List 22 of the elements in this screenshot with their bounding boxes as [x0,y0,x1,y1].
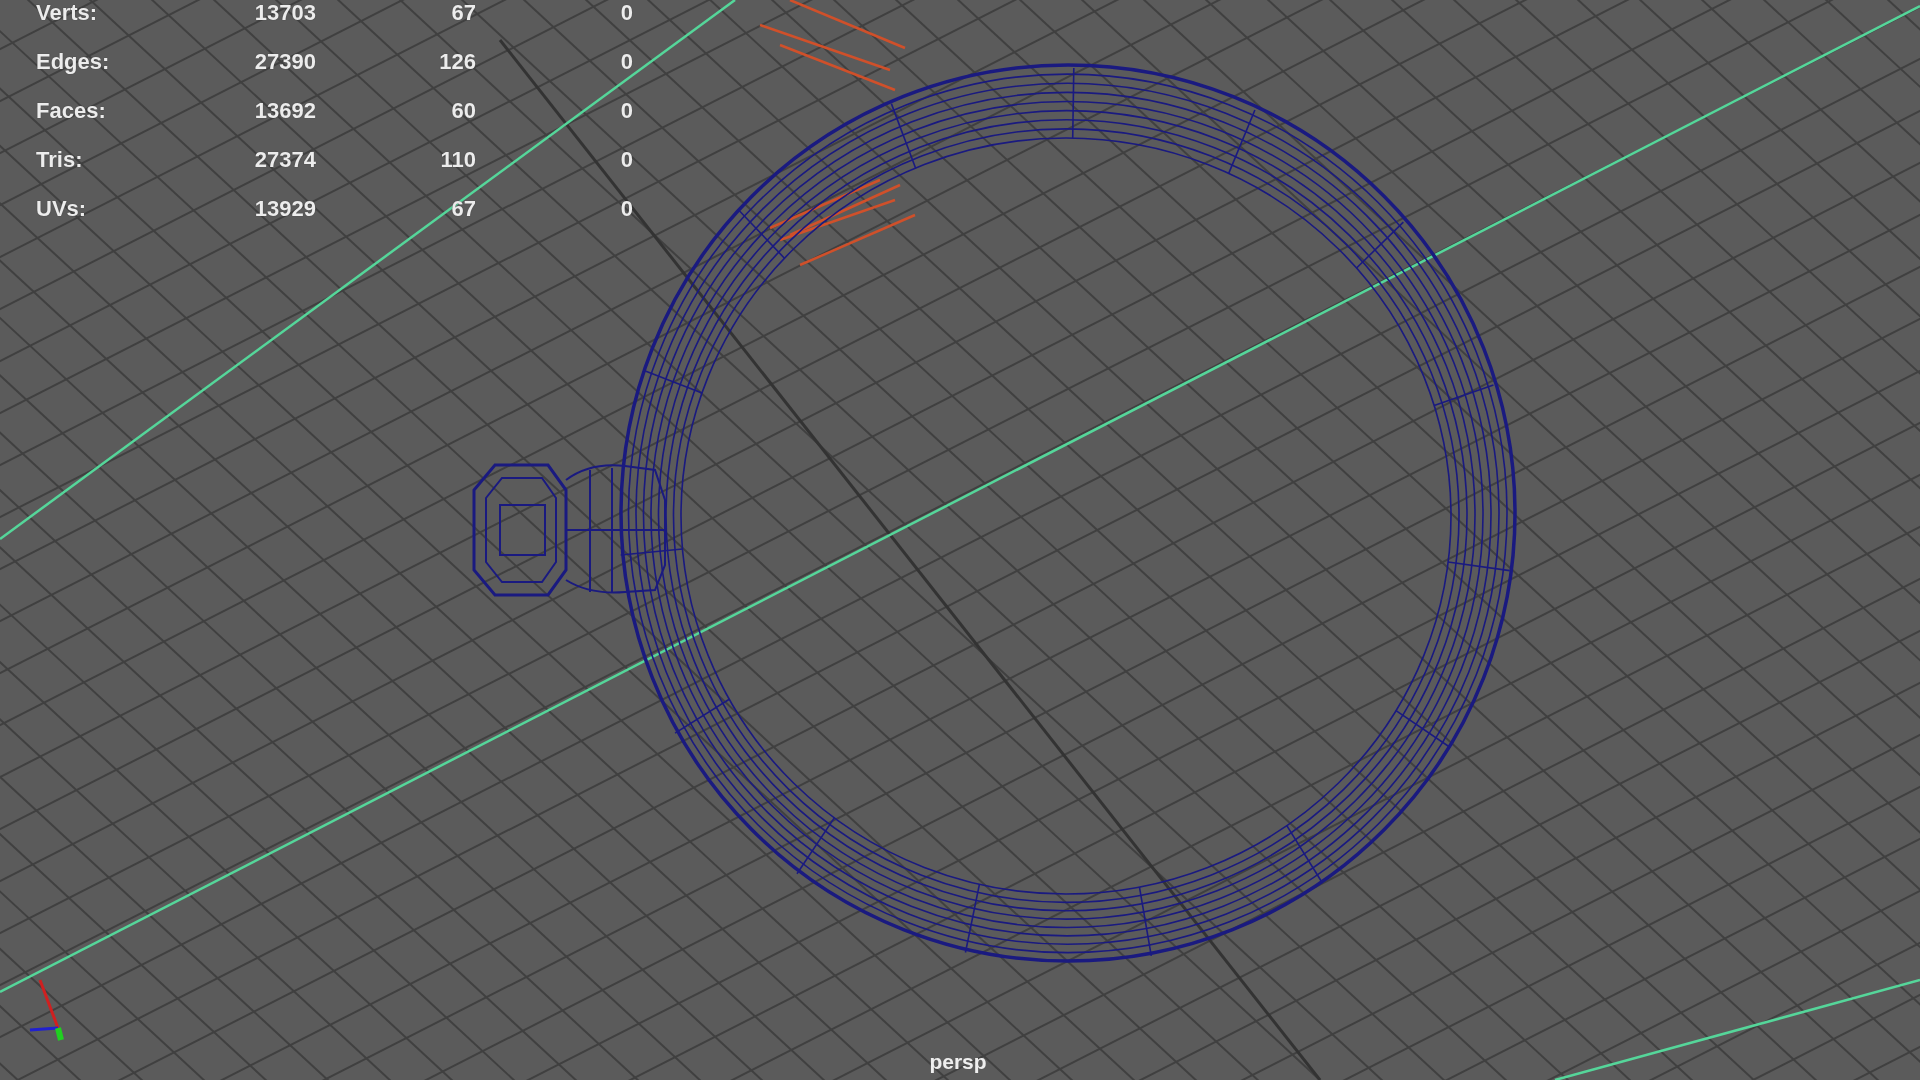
stat-label: UVs: [36,196,88,221]
stat-value: 126 [438,49,476,74]
stat-value: 0 [619,49,633,74]
stat-value: 13703 [253,0,316,25]
stat-value: 0 [619,147,633,172]
stat-label: Verts: [36,0,99,25]
stat-value: 67 [450,0,476,25]
stat-value: 27390 [253,49,316,74]
stat-value: 110 [439,147,476,172]
stat-value: 0 [619,196,633,221]
stat-label: Tris: [36,147,84,172]
stat-value: 67 [450,196,476,221]
stat-label: Faces: [36,98,107,123]
stat-value: 13692 [253,98,316,123]
stat-value: 13929 [253,196,316,221]
stat-value: 0 [619,0,633,25]
stat-label: Edges: [36,49,111,74]
stat-value: 60 [450,98,476,123]
camera-name: persp [929,1050,987,1074]
stat-value: 0 [619,98,633,123]
stat-value: 27374 [253,147,316,172]
axis-gizmo-icon [29,979,64,1041]
